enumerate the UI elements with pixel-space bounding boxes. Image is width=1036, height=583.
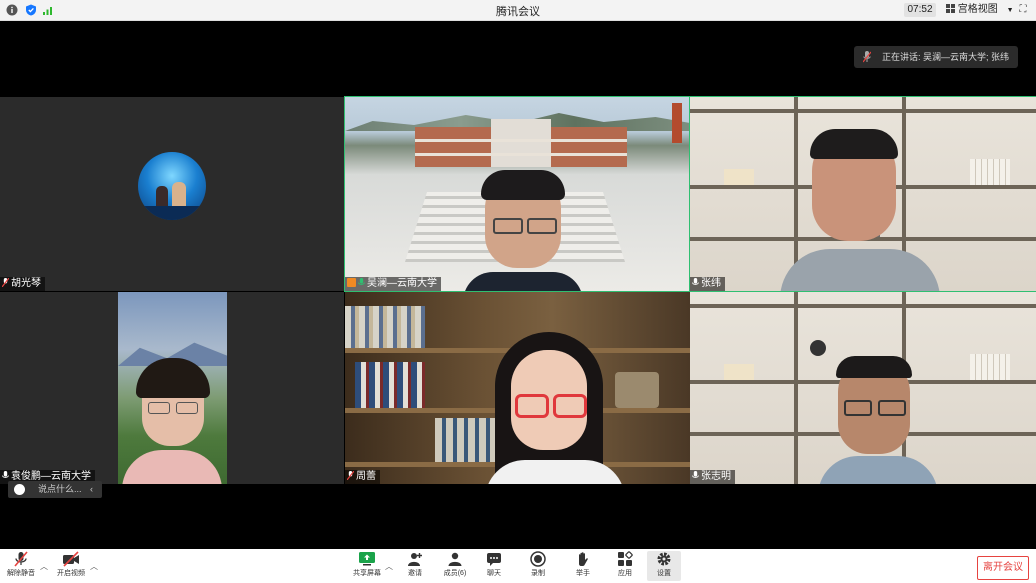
video-tile[interactable]: 吴澜—云南大学: [344, 96, 691, 292]
speaker-figure: [122, 358, 222, 484]
invite-label: 邀请: [408, 570, 422, 577]
hand-icon: [579, 552, 588, 566]
share-screen-icon: [359, 552, 375, 566]
raise-hand-label: 举手: [576, 570, 590, 577]
participant-name: 张志明: [701, 471, 731, 482]
video-tile[interactable]: 张纬: [689, 96, 1036, 292]
participant-name: 胡光琴: [11, 278, 41, 289]
speaker-figure: [463, 170, 583, 291]
fullscreen-icon[interactable]: ⛶: [1016, 3, 1030, 17]
meeting-timer: 07:52: [904, 3, 936, 17]
microphone-icon: [692, 471, 699, 478]
apps-label: 应用: [618, 570, 632, 577]
chat-button[interactable]: 聊天: [477, 551, 511, 578]
video-tile[interactable]: 张志明: [690, 292, 1036, 484]
share-screen-button[interactable]: 共享屏幕: [350, 551, 384, 578]
view-switch-button[interactable]: 宫格视图 ▼: [946, 3, 1014, 17]
chevron-up-icon[interactable]: ︿: [40, 561, 48, 572]
video-tile[interactable]: 周蕾: [345, 292, 690, 484]
speaker-figure: [485, 332, 625, 484]
participant-name: 吴澜—云南大学: [367, 278, 437, 289]
settings-button[interactable]: 设置: [647, 551, 681, 581]
speaking-text: 正在讲话: 吴澜—云南大学; 张纬: [882, 52, 1010, 62]
mic-muted-icon: [2, 278, 9, 287]
share-screen-label: 共享屏幕: [353, 570, 381, 577]
speaking-indicator: 正在讲话: 吴澜—云南大学; 张纬: [854, 46, 1018, 68]
mic-muted-icon: [347, 471, 354, 480]
grid-icon: [946, 4, 955, 13]
microphone-icon: [2, 471, 9, 478]
chat-input[interactable]: 说点什么... ‹: [8, 481, 102, 498]
gear-icon: [657, 552, 671, 566]
chat-label: 聊天: [487, 570, 501, 577]
participant-name-tag: 张纬: [690, 277, 725, 291]
unmute-label: 解除静音: [7, 570, 35, 577]
microphone-icon: [863, 51, 871, 63]
mic-muted-icon: [14, 551, 28, 567]
add-user-icon: [408, 553, 422, 566]
chat-placeholder: 说点什么...: [38, 484, 82, 494]
speaker-figure: [780, 129, 940, 291]
window-title: 腾讯会议: [496, 6, 540, 18]
participant-name: 张纬: [701, 278, 721, 289]
members-label: 成员(6): [443, 570, 467, 577]
chevron-up-icon[interactable]: ︿: [385, 561, 393, 572]
participant-name-tag: 吴澜—云南大学: [345, 277, 441, 291]
speaker-figure: [818, 356, 938, 484]
host-icon: [347, 278, 356, 287]
camera-off-icon: [63, 551, 79, 567]
raise-hand-button[interactable]: 举手: [566, 551, 600, 578]
participant-name-tag: 张志明: [690, 470, 735, 484]
microphone-icon: [358, 278, 365, 285]
chevron-down-icon: ▼: [1006, 7, 1014, 14]
avatar: [138, 152, 206, 220]
apps-icon: [618, 551, 633, 566]
start-video-button[interactable]: 开启视频: [54, 551, 88, 578]
settings-label: 设置: [657, 570, 671, 577]
view-switch-label: 宫格视图: [957, 4, 998, 15]
participant-name: 周蕾: [356, 471, 376, 482]
record-button[interactable]: 录制: [521, 551, 555, 578]
invite-button[interactable]: 邀请: [398, 551, 432, 578]
record-label: 录制: [531, 570, 545, 577]
microphone-icon: [692, 278, 699, 285]
record-icon: [530, 551, 546, 567]
meeting-toolbar: 解除静音 ︿ 开启视频 ︿ 共享屏幕 ︿ 邀请 成员(6) 聊天 录制 举手 应…: [0, 549, 1036, 583]
unmute-button[interactable]: 解除静音: [4, 551, 38, 578]
chevron-up-icon[interactable]: ︿: [90, 561, 98, 572]
campus-building: [415, 119, 627, 167]
apps-button[interactable]: 应用: [608, 551, 642, 578]
title-bar: 腾讯会议 07:52 宫格视图 ▼ ⛶: [0, 0, 1036, 21]
participant-name-tag: 胡光琴: [0, 277, 45, 291]
chevron-left-icon[interactable]: ‹: [90, 481, 93, 498]
portrait-video: [118, 292, 227, 484]
participant-name-tag: 周蕾: [345, 470, 380, 484]
video-tile[interactable]: 胡光琴: [0, 97, 344, 291]
emoji-icon[interactable]: [14, 484, 25, 495]
members-button[interactable]: 成员(6): [438, 551, 472, 578]
chat-icon: [487, 553, 501, 566]
leave-meeting-button[interactable]: 离开会议: [977, 556, 1029, 580]
users-icon: [448, 552, 462, 566]
start-video-label: 开启视频: [57, 570, 85, 577]
video-tile[interactable]: 袁俊鹏—云南大学: [0, 292, 344, 484]
